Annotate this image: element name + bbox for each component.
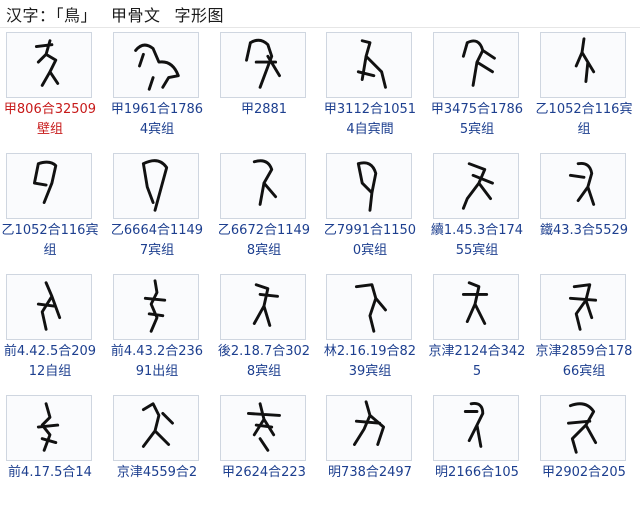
oracle-glyph-image[interactable] <box>326 153 412 219</box>
oracle-glyph-image[interactable] <box>6 153 92 219</box>
glyph-tile[interactable]: 甲1961合17864宾组 <box>107 32 207 152</box>
glyph-source-label[interactable]: 前4.42.5合20912自组 <box>0 342 100 382</box>
oracle-glyph-image[interactable] <box>540 32 626 98</box>
glyph-source-label[interactable]: 鐵43.3合5529 <box>534 221 634 261</box>
oracle-glyph-image[interactable] <box>220 32 306 98</box>
oracle-glyph-image[interactable] <box>113 395 199 461</box>
glyph-grid: 甲806合32509壁组 甲1961合17864宾组 甲2881 甲3112合1051… <box>0 32 640 493</box>
glyph-source-label[interactable]: 甲3112合10514自宾間 <box>320 100 420 140</box>
glyph-tile[interactable]: 京津2859合17866宾组 <box>534 274 634 394</box>
glyph-source-label[interactable]: 甲806合32509壁组 <box>0 100 100 140</box>
glyph-source-label[interactable]: 明2166合105 <box>427 463 527 503</box>
glyph-source-label[interactable]: 前4.43.2合23691出组 <box>107 342 207 382</box>
glyph-tile[interactable]: 後2.18.7合3028宾组 <box>214 274 314 394</box>
glyph-tile[interactable]: 甲3475合17865宾组 <box>427 32 527 152</box>
oracle-glyph-image[interactable] <box>220 153 306 219</box>
glyph-tile[interactable]: 京津2124合3425 <box>427 274 527 394</box>
glyph-source-label[interactable]: 後2.18.7合3028宾组 <box>214 342 314 382</box>
glyph-tile[interactable]: 乙1052合116宾组 <box>534 32 634 152</box>
oracle-glyph-image[interactable] <box>433 274 519 340</box>
glyph-tile[interactable]: 乙7991合11500宾组 <box>320 153 420 273</box>
oracle-glyph-image[interactable] <box>6 395 92 461</box>
glyph-tile[interactable]: 京津4559合2 <box>107 395 207 515</box>
glyph-source-label[interactable]: 甲1961合17864宾组 <box>107 100 207 140</box>
oracle-glyph-image[interactable] <box>433 153 519 219</box>
oracle-glyph-image[interactable] <box>113 32 199 98</box>
oracle-glyph-image[interactable] <box>6 274 92 340</box>
glyph-tile[interactable]: 乙1052合116宾组 <box>0 153 100 273</box>
glyph-tile[interactable]: 明2166合105 <box>427 395 527 515</box>
glyph-source-label[interactable]: 甲2881 <box>214 100 314 140</box>
glyph-source-label[interactable]: 甲3475合17865宾组 <box>427 100 527 140</box>
glyph-source-label[interactable]: 明738合2497 <box>320 463 420 503</box>
oracle-glyph-image[interactable] <box>326 274 412 340</box>
glyph-source-label[interactable]: 京津4559合2 <box>107 463 207 503</box>
oracle-glyph-image[interactable] <box>220 395 306 461</box>
glyph-tile[interactable]: 林2.16.19合8239宾组 <box>320 274 420 394</box>
glyph-tile[interactable]: 甲806合32509壁组 <box>0 32 100 152</box>
glyph-tile[interactable]: 明738合2497 <box>320 395 420 515</box>
glyph-tile[interactable]: 甲3112合10514自宾間 <box>320 32 420 152</box>
oracle-glyph-image[interactable] <box>326 395 412 461</box>
glyph-source-label[interactable]: 乙1052合116宾组 <box>534 100 634 140</box>
glyph-source-label[interactable]: 前4.17.5合14 <box>0 463 100 503</box>
glyph-tile[interactable]: 前4.17.5合14 <box>0 395 100 515</box>
script-type-label: 甲骨文 <box>111 5 161 25</box>
glyph-tile[interactable]: 前4.43.2合23691出组 <box>107 274 207 394</box>
oracle-glyph-image[interactable] <box>6 32 92 98</box>
glyph-source-label[interactable]: 乙6664合11497宾组 <box>107 221 207 261</box>
oracle-glyph-image[interactable] <box>220 274 306 340</box>
oracle-glyph-image[interactable] <box>113 274 199 340</box>
oracle-glyph-image[interactable] <box>540 395 626 461</box>
oracle-glyph-image[interactable] <box>540 153 626 219</box>
glyph-source-label[interactable]: 京津2124合3425 <box>427 342 527 382</box>
oracle-glyph-image[interactable] <box>326 32 412 98</box>
glyph-source-label[interactable]: 京津2859合17866宾组 <box>534 342 634 382</box>
oracle-glyph-image[interactable] <box>113 153 199 219</box>
glyph-tile[interactable]: 甲2902合205 <box>534 395 634 515</box>
page-title: 汉字：「鳥」 <box>6 5 98 25</box>
glyph-tile[interactable]: 前4.42.5合20912自组 <box>0 274 100 394</box>
glyph-source-label[interactable]: 甲2624合223 <box>214 463 314 503</box>
glyph-tile[interactable]: 鐵43.3合5529 <box>534 153 634 273</box>
oracle-glyph-image[interactable] <box>433 395 519 461</box>
glyph-source-label[interactable]: 甲2902合205 <box>534 463 634 503</box>
glyph-source-label[interactable]: 林2.16.19合8239宾组 <box>320 342 420 382</box>
glyph-source-label[interactable]: 續1.45.3合17455宾组 <box>427 221 527 261</box>
glyph-tile[interactable]: 乙6664合11497宾组 <box>107 153 207 273</box>
glyph-tile[interactable]: 甲2624合223 <box>214 395 314 515</box>
glyph-tile[interactable]: 續1.45.3合17455宾组 <box>427 153 527 273</box>
oracle-glyph-image[interactable] <box>433 32 519 98</box>
header-bar: 汉字：「鳥」 甲骨文 字形图 <box>0 0 640 28</box>
glyph-tile[interactable]: 甲2881 <box>214 32 314 152</box>
glyph-chart-label: 字形图 <box>174 5 225 25</box>
glyph-source-label[interactable]: 乙6672合11498宾组 <box>214 221 314 261</box>
glyph-source-label[interactable]: 乙7991合11500宾组 <box>320 221 420 261</box>
glyph-source-label[interactable]: 乙1052合116宾组 <box>0 221 100 261</box>
glyph-tile[interactable]: 乙6672合11498宾组 <box>214 153 314 273</box>
oracle-glyph-image[interactable] <box>540 274 626 340</box>
